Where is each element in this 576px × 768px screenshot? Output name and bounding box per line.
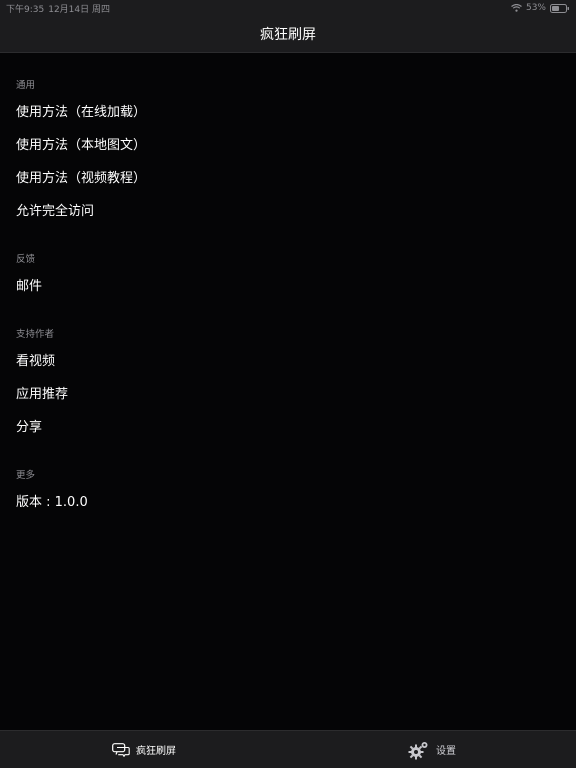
tab-settings[interactable]: 设置 xyxy=(288,731,576,768)
section-header-feedback: 反馈 xyxy=(16,254,36,265)
chat-bubbles-icon xyxy=(112,742,130,757)
row-usage-local[interactable]: 使用方法（本地图文） xyxy=(16,128,560,158)
section-header-support: 支持作者 xyxy=(16,329,55,340)
row-usage-video[interactable]: 使用方法（视频教程） xyxy=(16,161,560,191)
row-version: 版本 : 1.0.0 xyxy=(16,494,88,510)
tab-label: 疯狂刷屏 xyxy=(136,746,176,757)
row-app-recommend[interactable]: 应用推荐 xyxy=(16,377,560,407)
status-right: 53% xyxy=(511,3,570,13)
tab-bar: 疯狂刷屏 设置 xyxy=(0,730,576,768)
page-title: 疯狂刷屏 xyxy=(260,27,316,43)
row-email[interactable]: 邮件 xyxy=(16,269,560,299)
battery-percent: 53% xyxy=(525,3,546,13)
status-bar: 下午9:35 12月14日 周四 53% xyxy=(0,0,576,16)
app-screen: 下午9:35 12月14日 周四 53% 疯狂刷屏 通用 使用方法（在线加载） … xyxy=(0,0,576,768)
row-share[interactable]: 分享 xyxy=(16,410,560,440)
navigation-bar: 疯狂刷屏 xyxy=(0,16,576,53)
status-time: 下午9:35 xyxy=(6,4,45,15)
status-date: 12月14日 周四 xyxy=(48,4,110,15)
status-left: 下午9:35 12月14日 周四 xyxy=(6,2,110,15)
wifi-icon xyxy=(511,4,522,12)
tab-crazy-spam[interactable]: 疯狂刷屏 xyxy=(0,731,288,768)
battery-icon xyxy=(550,3,570,13)
section-header-general: 通用 xyxy=(16,80,36,91)
settings-list: 通用 使用方法（在线加载） 使用方法（本地图文） 使用方法（视频教程） 允许完全… xyxy=(0,53,576,730)
row-allow-full-access[interactable]: 允许完全访问 xyxy=(16,194,560,224)
row-usage-online[interactable]: 使用方法（在线加载） xyxy=(16,95,560,125)
row-watch-video[interactable]: 看视频 xyxy=(16,344,560,374)
gear-icon xyxy=(408,740,430,760)
section-header-more: 更多 xyxy=(16,470,36,481)
tab-label: 设置 xyxy=(436,746,456,757)
